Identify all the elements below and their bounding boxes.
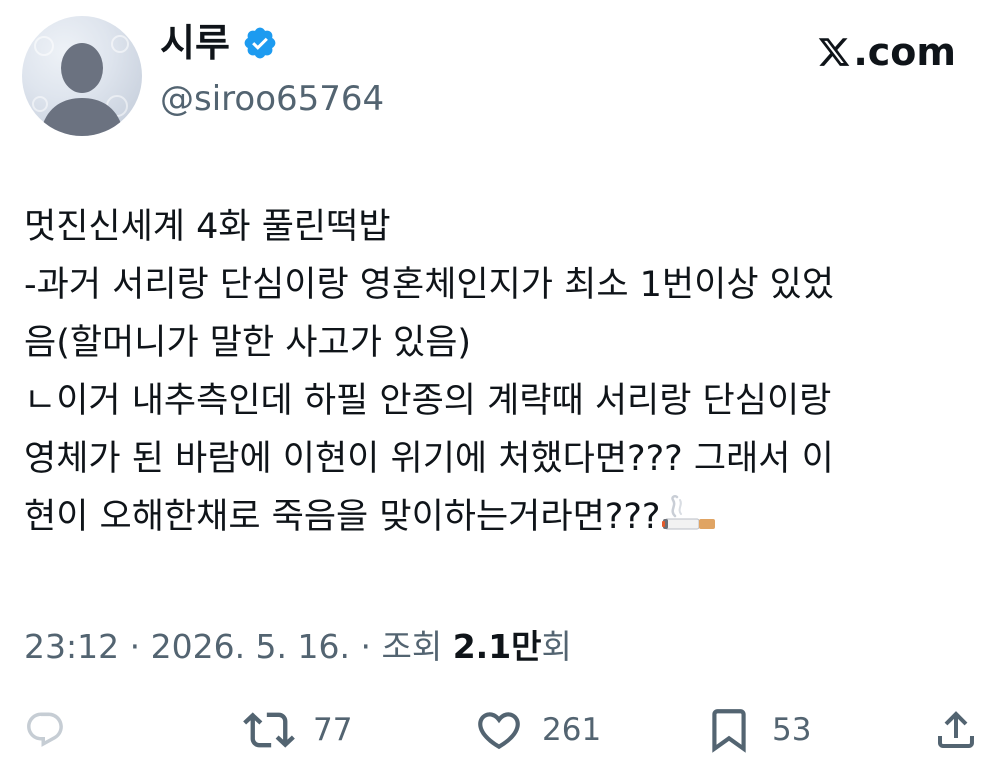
views-count: 2.1만 [452, 627, 542, 666]
tweet-line: ㄴ이거 내추측인데 하필 안종의 계략때 서리랑 단심이랑 [24, 381, 832, 421]
tweet-date[interactable]: 2026. 5. 16. [151, 627, 350, 666]
like-button[interactable]: 261 [474, 700, 601, 760]
reply-icon [27, 712, 63, 747]
tweet-line-last: 현이 오해한채로 죽음을 맞이하는거라면??? [24, 488, 974, 546]
repost-count: 77 [313, 712, 353, 748]
cigarette-emoji-icon [661, 494, 715, 530]
tweet-line: 영체가 된 바람에 이현이 위기에 처했다면??? 그래서 이 [24, 439, 834, 479]
meta-separator: · [350, 627, 382, 666]
action-bar: 77 261 53 [0, 700, 1000, 760]
avatar[interactable] [22, 16, 142, 136]
author-display-name[interactable]: 시루 [160, 24, 230, 62]
tweet-time[interactable]: 23:12 [24, 627, 119, 666]
tweet-line: -과거 서리랑 단심이랑 영혼체인지가 최소 1번이상 있었 [24, 265, 835, 305]
views-suffix: 회 [541, 627, 572, 666]
tweet-meta: 23:12 · 2026. 5. 16. · 조회 2.1만회 [24, 620, 572, 668]
tweet-line: 멋진신세계 4화 풀린떡밥 [24, 207, 391, 247]
x-brand: .com [817, 30, 956, 74]
reply-button[interactable] [24, 700, 84, 760]
views-prefix: 조회 [381, 627, 453, 666]
meta-separator: · [119, 627, 151, 666]
bookmark-count: 53 [772, 712, 812, 748]
share-icon [938, 711, 974, 748]
repost-button[interactable]: 77 [243, 700, 352, 760]
tweet-card: 시루 @siroo65764 .com 멋진신세계 4화 풀린떡밥 -과거 서리… [0, 0, 1000, 777]
verified-badge-icon [242, 25, 278, 61]
share-button[interactable] [932, 700, 998, 760]
brand-label: .com [853, 30, 956, 74]
author-handle[interactable]: @siroo65764 [160, 82, 384, 116]
bookmark-icon [712, 709, 746, 753]
repost-icon [243, 712, 295, 748]
heart-icon [478, 712, 520, 750]
default-profile-icon [32, 35, 129, 136]
tweet-text: 멋진신세계 4화 풀린떡밥 -과거 서리랑 단심이랑 영혼체인지가 최소 1번이… [24, 198, 974, 546]
x-logo-icon [819, 38, 850, 66]
bookmark-button[interactable]: 53 [704, 700, 811, 760]
tweet-line: 현이 오해한채로 죽음을 맞이하는거라면??? [24, 497, 661, 537]
tweet-line: 음(할머니가 말한 사고가 있음) [24, 323, 472, 363]
author-name-row: 시루 [160, 24, 278, 62]
like-count: 261 [542, 712, 602, 748]
